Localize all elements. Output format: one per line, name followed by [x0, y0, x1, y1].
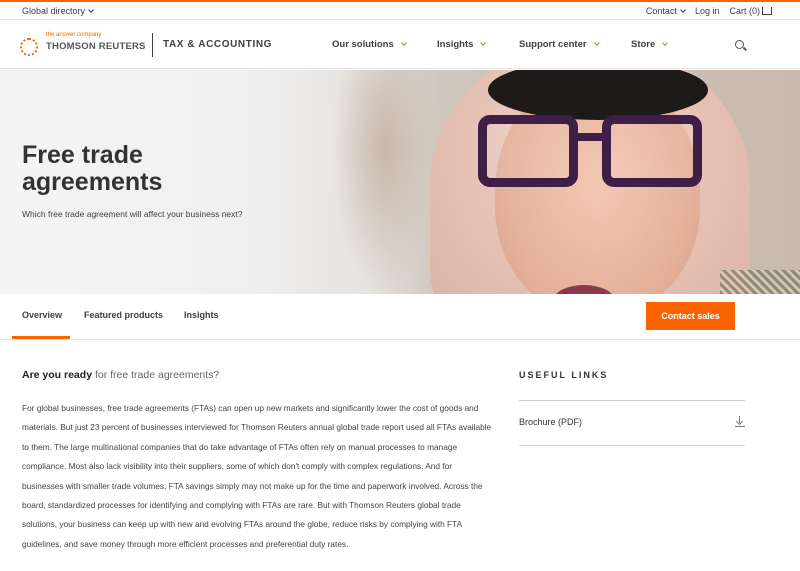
tab-overview[interactable]: Overview — [22, 310, 62, 320]
download-icon-arrow — [735, 417, 744, 426]
logo-name: THOMSON REUTERS — [46, 41, 146, 52]
cart-icon — [762, 7, 772, 15]
cart-link[interactable]: Cart (0) — [729, 6, 772, 16]
nav-label: Support center — [519, 39, 587, 50]
main-content: Are you ready for free trade agreements?… — [22, 369, 492, 554]
global-directory-link[interactable]: Global directory — [22, 6, 94, 16]
divider — [519, 445, 745, 446]
heading-strong: Are you ready — [22, 369, 93, 381]
main-nav: Our solutions Insights Support center St… — [332, 39, 691, 50]
nav-label: Insights — [437, 39, 474, 50]
cart-label: Cart (0) — [729, 6, 760, 16]
login-link[interactable]: Log in — [695, 6, 720, 16]
nav-support-center[interactable]: Support center — [519, 39, 631, 50]
brochure-pdf-link[interactable]: Brochure (PDF) — [519, 417, 582, 427]
download-icon[interactable] — [735, 416, 745, 428]
glasses-lens-right — [602, 115, 702, 187]
search-icon[interactable] — [735, 40, 744, 49]
nav-label: Our solutions — [332, 39, 394, 50]
site-header: the answer company THOMSON REUTERS TAX &… — [0, 20, 800, 69]
section-tabs: Overview Featured products Insights Cont… — [0, 294, 800, 340]
heading-rest: for free trade agreements? — [92, 369, 220, 381]
hero-photo-pattern — [720, 270, 800, 294]
section-heading: Are you ready for free trade agreements? — [22, 369, 492, 381]
division-title[interactable]: TAX & ACCOUNTING — [163, 39, 272, 50]
hero-photo-glasses — [478, 115, 704, 189]
hero-subtitle: Which free trade agreement will affect y… — [22, 209, 243, 219]
glasses-lens-left — [478, 115, 578, 187]
utility-links: Contact Log in Cart (0) — [646, 6, 772, 16]
chevron-down-icon — [593, 39, 600, 46]
tab-insights[interactable]: Insights — [184, 310, 219, 320]
chevron-down-icon — [680, 7, 686, 13]
nav-insights[interactable]: Insights — [437, 39, 519, 50]
hero-background-figure — [330, 70, 440, 294]
body-paragraph: For global businesses, free trade agreem… — [22, 403, 492, 549]
nav-store[interactable]: Store — [631, 39, 691, 50]
nav-our-solutions[interactable]: Our solutions — [332, 39, 437, 50]
nav-label: Store — [631, 39, 656, 50]
logo-tagline: the answer company — [46, 32, 102, 38]
divider — [519, 400, 745, 401]
chevron-down-icon — [400, 39, 407, 46]
utility-bar: Global directory Contact Log in Cart (0) — [0, 0, 800, 20]
chevron-down-icon — [480, 39, 487, 46]
header-divider — [152, 33, 153, 57]
useful-links-panel: USEFUL LINKS Brochure (PDF) — [519, 370, 745, 446]
contact-label: Contact — [645, 6, 677, 16]
chevron-down-icon — [662, 39, 669, 46]
contact-sales-button[interactable]: Contact sales — [646, 302, 735, 330]
active-tab-indicator — [12, 336, 70, 339]
thomson-reuters-logo[interactable]: the answer company THOMSON REUTERS — [20, 32, 145, 58]
download-icon-base — [735, 426, 745, 428]
contact-link[interactable]: Contact — [645, 6, 686, 16]
tab-featured-products[interactable]: Featured products — [84, 310, 163, 320]
page-title: Free trade agreements — [22, 141, 163, 196]
global-directory-label: Global directory — [22, 6, 86, 16]
logo-mark-icon — [20, 38, 38, 56]
useful-links-title: USEFUL LINKS — [519, 370, 609, 380]
chevron-down-icon — [88, 7, 94, 13]
